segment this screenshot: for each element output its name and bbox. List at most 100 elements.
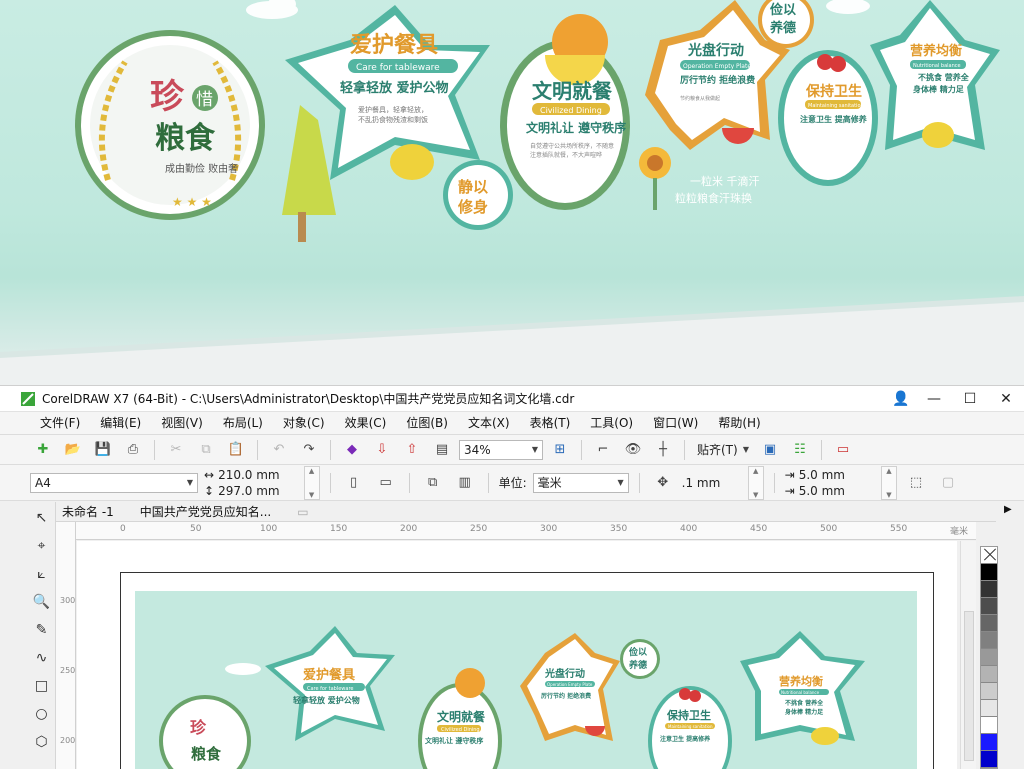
color-swatch[interactable] <box>981 564 997 581</box>
tabs-scroll-right-icon[interactable]: ▶ <box>1004 504 1012 515</box>
menu-object[interactable]: 对象(C) <box>273 412 335 435</box>
page-size-spinner[interactable]: ▲ ▼ <box>303 465 320 500</box>
page-size-select[interactable]: A4 ▼ <box>30 472 198 493</box>
nudge-distance-input[interactable]: .1 mm <box>682 476 742 490</box>
menu-window[interactable]: 窗口(W) <box>643 412 708 435</box>
page-artwork: 珍 粮食 爱护餐具 Care for tableware 轻拿轻放 爱护公物 文… <box>135 591 917 769</box>
scrollbar-thumb[interactable] <box>964 611 974 761</box>
color-swatch[interactable] <box>981 581 997 598</box>
oval-hygiene: 保持卫生 Maintaining sanitation 注意卫生 提高修养 <box>778 50 878 186</box>
new-icon[interactable]: ✚ <box>30 438 56 462</box>
polygon-tool-icon[interactable]: ⬡ <box>31 730 53 754</box>
copy-icon[interactable]: ⧉ <box>193 438 219 462</box>
no-color-swatch[interactable] <box>981 547 997 564</box>
zoom-level-select[interactable]: 34% ▼ <box>459 439 543 460</box>
svg-text:光盘行动: 光盘行动 <box>544 667 585 680</box>
page-border-icon[interactable]: ▢ <box>935 471 961 495</box>
show-grid-icon[interactable]: 👁 <box>620 438 646 462</box>
undo-icon[interactable]: ↶ <box>266 438 292 462</box>
svg-text:文明礼让 遵守秩序: 文明礼让 遵守秩序 <box>526 120 626 135</box>
minimize-button[interactable]: — <box>916 386 952 412</box>
search-content-icon[interactable]: ◆ <box>339 438 365 462</box>
menu-help[interactable]: 帮助(H) <box>708 412 770 435</box>
print-icon[interactable]: ⎙ <box>120 438 146 462</box>
portrait-icon[interactable]: ▯ <box>341 471 367 495</box>
maximize-button[interactable]: ☐ <box>952 386 988 412</box>
freehand-tool-icon[interactable]: ✎ <box>31 618 53 642</box>
zoom-tool-icon[interactable]: 🔍 <box>31 590 53 614</box>
tab-add-icon[interactable]: ▭ <box>291 505 328 519</box>
color-swatch[interactable] <box>981 734 997 751</box>
open-icon[interactable]: 📂 <box>60 438 86 462</box>
coreldraw-window: CorelDRAW X7 (64-Bit) - C:\Users\Adminis… <box>0 385 1024 769</box>
tab-untitled[interactable]: 未命名 -1 <box>56 503 134 520</box>
shape-tool-icon[interactable]: ⌖ <box>31 534 53 558</box>
svg-text:爱护餐具: 爱护餐具 <box>350 33 438 58</box>
color-swatch[interactable] <box>981 649 997 666</box>
menu-tools[interactable]: 工具(O) <box>580 412 643 435</box>
units-select[interactable]: 毫米 ▼ <box>532 472 629 493</box>
menu-layout[interactable]: 布局(L) <box>213 412 273 435</box>
menu-file[interactable]: 文件(F) <box>30 412 90 435</box>
menu-effects[interactable]: 效果(C) <box>335 412 397 435</box>
landscape-icon[interactable]: ▭ <box>373 471 399 495</box>
ellipse-tool-icon[interactable]: ○ <box>31 702 53 726</box>
color-swatch[interactable] <box>981 717 997 734</box>
chevron-down-icon: ▼ <box>531 445 538 454</box>
vertical-scrollbar[interactable] <box>960 541 976 769</box>
page-width-input[interactable]: 210.0 mm <box>218 467 280 483</box>
color-swatch[interactable] <box>981 615 997 632</box>
rectangle-tool-icon[interactable]: □ <box>31 674 53 698</box>
import-icon[interactable]: ⇩ <box>369 438 395 462</box>
svg-text:文明就餐: 文明就餐 <box>437 709 486 724</box>
color-swatch[interactable] <box>981 751 997 768</box>
page-height-input[interactable]: 297.0 mm <box>218 483 280 499</box>
color-swatch[interactable] <box>981 700 997 717</box>
pick-tool-icon[interactable]: ↖ <box>31 506 53 530</box>
svg-text:保持卫生: 保持卫生 <box>805 83 862 100</box>
menu-view[interactable]: 视图(V) <box>151 412 213 435</box>
options-icon[interactable]: ☷ <box>787 438 813 462</box>
svg-text:修身: 修身 <box>457 198 488 216</box>
snap-to-dropdown[interactable]: 贴齐(T) ▼ <box>693 440 753 460</box>
color-swatch[interactable] <box>981 666 997 683</box>
menu-bitmaps[interactable]: 位图(B) <box>396 412 458 435</box>
sunflower-decoration <box>639 147 671 210</box>
application-launcher-icon[interactable]: ▭ <box>830 438 856 462</box>
standard-toolbar: ✚ 📂 💾 ⎙ ✂ ⧉ 📋 ↶ ↷ ◆ ⇩ ⇧ ▤ 34% ▼ ⊞ ⌐ 👁 ┼ 贴… <box>0 435 1024 465</box>
all-pages-icon[interactable]: ⧉ <box>420 471 446 495</box>
svg-text:Maintaining sanitation: Maintaining sanitation <box>668 724 713 729</box>
pdf-icon[interactable]: ▤ <box>429 438 455 462</box>
cut-icon[interactable]: ✂ <box>163 438 189 462</box>
close-button[interactable]: ✕ <box>988 386 1024 412</box>
nudge-spinner[interactable]: ▲ ▼ <box>747 465 764 500</box>
menu-table[interactable]: 表格(T) <box>520 412 581 435</box>
account-icon[interactable]: 👤 <box>886 386 916 412</box>
svg-text:轻拿轻放 爱护公物: 轻拿轻放 爱护公物 <box>340 80 449 96</box>
svg-text:注意卫生 提高修养: 注意卫生 提高修养 <box>800 114 867 124</box>
circle-quiet: 静以 修身 <box>443 160 513 230</box>
dup-x-input[interactable]: 5.0 mm <box>799 467 845 483</box>
menu-edit[interactable]: 编辑(E) <box>90 412 151 435</box>
full-screen-icon[interactable]: ⊞ <box>547 438 573 462</box>
crop-tool-icon[interactable]: ⟀ <box>31 562 53 586</box>
color-swatch[interactable] <box>981 632 997 649</box>
drawing-canvas[interactable]: 珍 粮食 爱护餐具 Care for tableware 轻拿轻放 爱护公物 文… <box>77 541 957 769</box>
welcome-screen-icon[interactable]: ▣ <box>757 438 783 462</box>
duplicate-spinner[interactable]: ▲ ▼ <box>881 465 897 500</box>
paste-icon[interactable]: 📋 <box>223 438 249 462</box>
dup-y-input[interactable]: 5.0 mm <box>799 483 845 499</box>
svg-text:保持卫生: 保持卫生 <box>666 708 711 722</box>
current-page-icon[interactable]: ▥ <box>452 471 478 495</box>
export-icon[interactable]: ⇧ <box>399 438 425 462</box>
menu-text[interactable]: 文本(X) <box>458 412 520 435</box>
treat-as-filled-icon[interactable]: ⬚ <box>903 471 929 495</box>
tab-current-document[interactable]: 中国共产党党员应知名... <box>134 503 291 520</box>
redo-icon[interactable]: ↷ <box>296 438 322 462</box>
color-swatch[interactable] <box>981 598 997 615</box>
color-swatch[interactable] <box>981 683 997 700</box>
save-icon[interactable]: 💾 <box>90 438 116 462</box>
show-rulers-icon[interactable]: ⌐ <box>590 438 616 462</box>
guidelines-icon[interactable]: ┼ <box>650 438 676 462</box>
artistic-media-icon[interactable]: ∿ <box>31 646 53 670</box>
